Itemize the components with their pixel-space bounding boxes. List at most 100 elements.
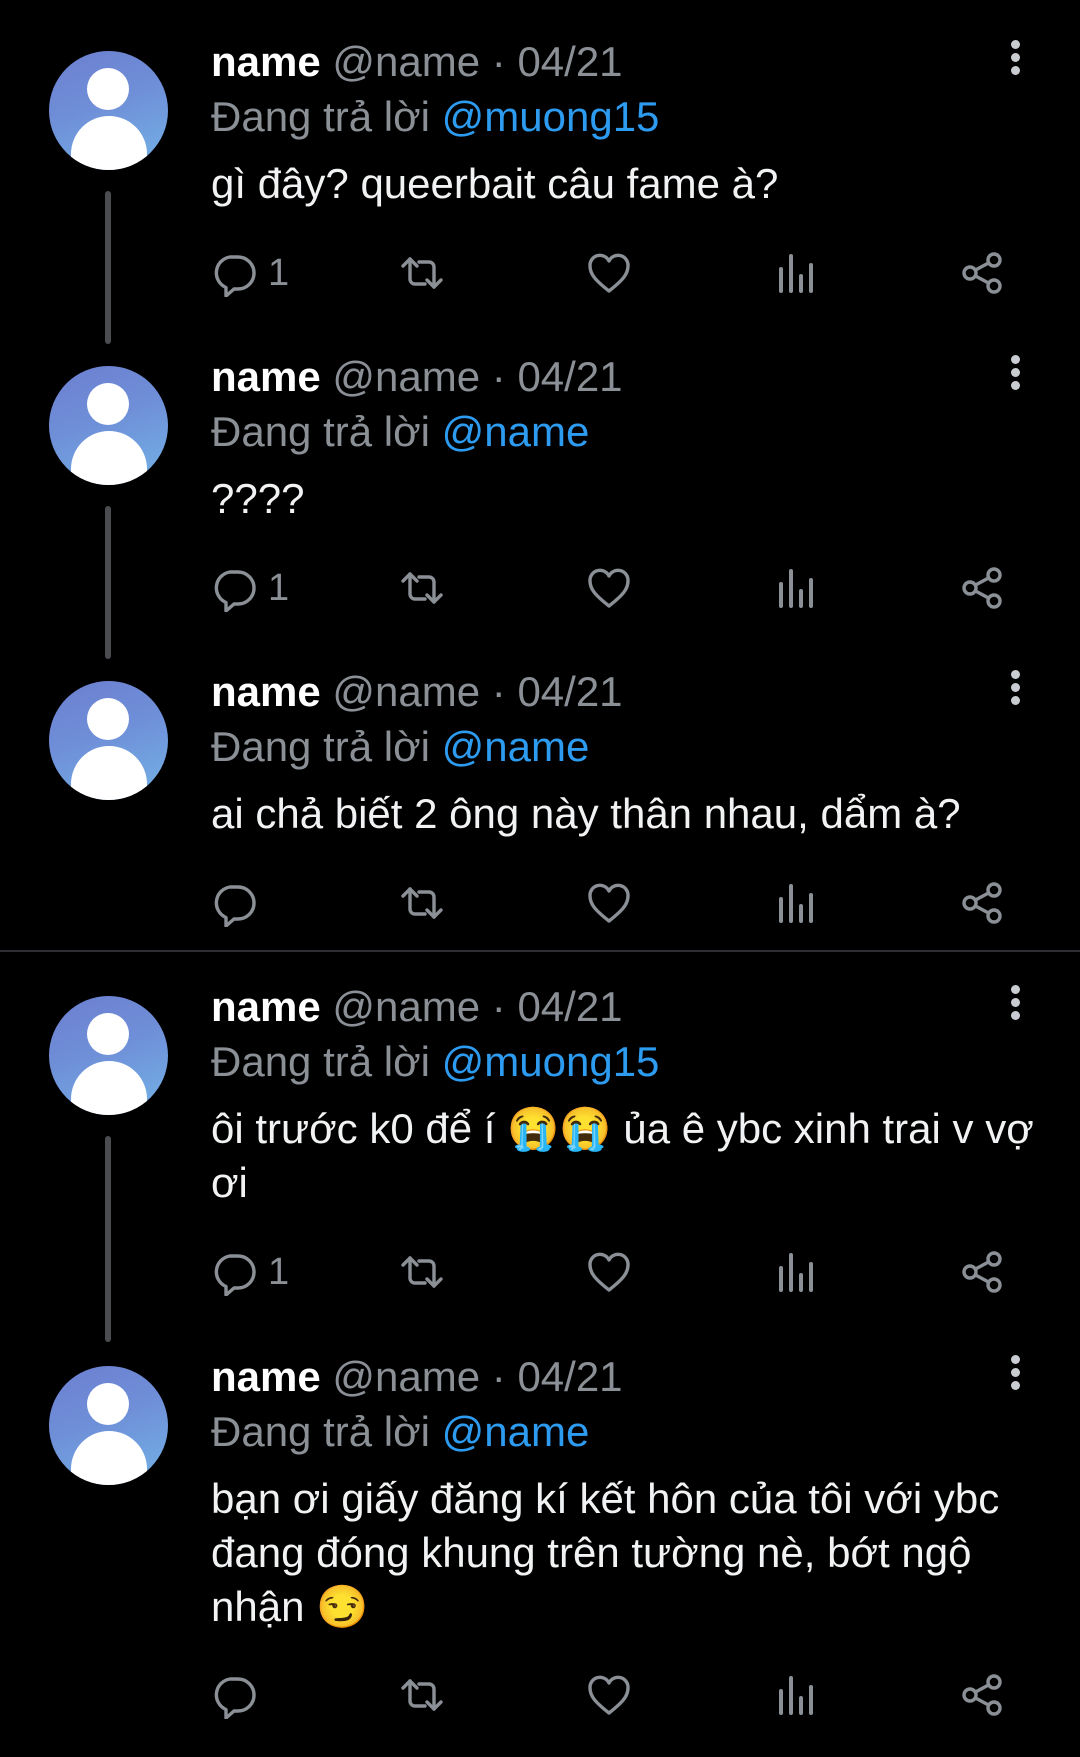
tweet[interactable]: name @name · 04/21 Đang trả lời @muong15…	[0, 0, 1080, 344]
reply-button[interactable]	[210, 873, 268, 933]
reply-button[interactable]: 1	[210, 558, 289, 618]
share-button[interactable]	[958, 873, 1006, 933]
mention-link[interactable]: @name	[442, 1408, 590, 1455]
retweet-button[interactable]	[398, 1242, 446, 1302]
replying-to: Đang trả lời @name	[211, 407, 589, 457]
avatar[interactable]	[49, 366, 168, 485]
tweet[interactable]: name @name · 04/21 Đang trả lời @name ai…	[0, 630, 1080, 950]
display-name[interactable]: name	[211, 1353, 321, 1400]
more-vertical-icon[interactable]	[1000, 670, 1030, 710]
user-handle: @name	[332, 1353, 481, 1400]
reply-count: 1	[268, 1250, 290, 1293]
more-vertical-icon[interactable]	[1000, 355, 1030, 395]
replying-to: Đang trả lời @muong15	[211, 92, 659, 142]
avatar[interactable]	[49, 1366, 168, 1485]
replying-to-label: Đang trả lời	[211, 1408, 430, 1455]
display-name[interactable]: name	[211, 668, 321, 715]
thread-line	[105, 1136, 111, 1342]
like-icon	[588, 253, 630, 293]
retweet-icon	[401, 572, 443, 604]
like-button[interactable]	[585, 243, 633, 303]
avatar[interactable]	[49, 996, 168, 1115]
reply-icon	[214, 885, 256, 927]
reply-icon	[214, 1677, 256, 1719]
retweet-button[interactable]	[398, 1665, 446, 1725]
views-button[interactable]	[772, 1242, 820, 1302]
replying-to-label: Đang trả lời	[211, 723, 430, 770]
like-button[interactable]	[585, 873, 633, 933]
tweet-header: name @name · 04/21	[211, 1353, 623, 1401]
tweet-header: name @name · 04/21	[211, 983, 623, 1031]
tweet-text: ai chả biết 2 ông này thân nhau, dẩm à?	[211, 790, 961, 837]
tweet[interactable]: name @name · 04/21 Đang trả lời @name bạ…	[0, 1315, 1080, 1757]
views-button[interactable]	[772, 243, 820, 303]
tweet-date[interactable]: 04/21	[517, 38, 622, 85]
separator-dot: ·	[491, 353, 506, 400]
reply-button[interactable]	[210, 1665, 268, 1725]
tweet-actions	[0, 873, 1080, 933]
reply-icon	[214, 1254, 256, 1296]
reply-count: 1	[268, 251, 290, 294]
retweet-button[interactable]	[398, 243, 446, 303]
tweet[interactable]: name @name · 04/21 Đang trả lời @muong15…	[0, 945, 1080, 1342]
avatar[interactable]	[49, 51, 168, 170]
tweet-header: name @name · 04/21	[211, 668, 623, 716]
like-icon	[588, 1675, 630, 1715]
share-button[interactable]	[958, 558, 1006, 618]
tweet[interactable]: name @name · 04/21 Đang trả lời @name ??…	[0, 315, 1080, 659]
reply-count: 1	[268, 566, 290, 609]
retweet-icon	[401, 1256, 443, 1288]
share-icon	[962, 1251, 1002, 1293]
replying-to-label: Đang trả lời	[211, 1038, 430, 1085]
tweet-actions: 1	[0, 558, 1080, 618]
more-vertical-icon[interactable]	[1000, 40, 1030, 80]
reply-button[interactable]: 1	[210, 243, 289, 303]
like-button[interactable]	[585, 1242, 633, 1302]
display-name[interactable]: name	[211, 983, 321, 1030]
user-handle: @name	[332, 38, 481, 85]
tweet-date[interactable]: 04/21	[517, 353, 622, 400]
share-button[interactable]	[958, 243, 1006, 303]
tweet-date[interactable]: 04/21	[517, 1353, 622, 1400]
retweet-icon	[401, 257, 443, 289]
tweet-actions: 1	[0, 1242, 1080, 1302]
views-icon	[779, 1253, 813, 1292]
tweet-text: ????	[211, 475, 305, 522]
views-icon	[779, 569, 813, 608]
views-icon	[779, 1676, 813, 1715]
separator-dot: ·	[491, 1353, 506, 1400]
replying-to: Đang trả lời @muong15	[211, 1037, 659, 1087]
retweet-button[interactable]	[398, 558, 446, 618]
mention-link[interactable]: @muong15	[442, 1038, 660, 1085]
tweet-date[interactable]: 04/21	[517, 668, 622, 715]
like-icon	[588, 1252, 630, 1292]
share-button[interactable]	[958, 1665, 1006, 1725]
retweet-button[interactable]	[398, 873, 446, 933]
user-handle: @name	[332, 668, 481, 715]
like-button[interactable]	[585, 1665, 633, 1725]
mention-link[interactable]: @name	[442, 408, 590, 455]
views-button[interactable]	[772, 873, 820, 933]
views-button[interactable]	[772, 558, 820, 618]
tweet-actions	[0, 1665, 1080, 1725]
separator-dot: ·	[491, 38, 506, 85]
share-icon	[962, 567, 1002, 609]
tweet-header: name @name · 04/21	[211, 353, 623, 401]
user-handle: @name	[332, 353, 481, 400]
views-button[interactable]	[772, 1665, 820, 1725]
tweet-date[interactable]: 04/21	[517, 983, 622, 1030]
separator-dot: ·	[491, 668, 506, 715]
mention-link[interactable]: @name	[442, 723, 590, 770]
more-vertical-icon[interactable]	[1000, 1355, 1030, 1395]
more-vertical-icon[interactable]	[1000, 985, 1030, 1025]
tweet-text: gì đây? queerbait câu fame à?	[211, 160, 779, 207]
display-name[interactable]: name	[211, 38, 321, 85]
replying-to: Đang trả lời @name	[211, 722, 589, 772]
mention-link[interactable]: @muong15	[442, 93, 660, 140]
share-button[interactable]	[958, 1242, 1006, 1302]
retweet-icon	[401, 1679, 443, 1711]
like-button[interactable]	[585, 558, 633, 618]
avatar[interactable]	[49, 681, 168, 800]
display-name[interactable]: name	[211, 353, 321, 400]
reply-button[interactable]: 1	[210, 1242, 289, 1302]
